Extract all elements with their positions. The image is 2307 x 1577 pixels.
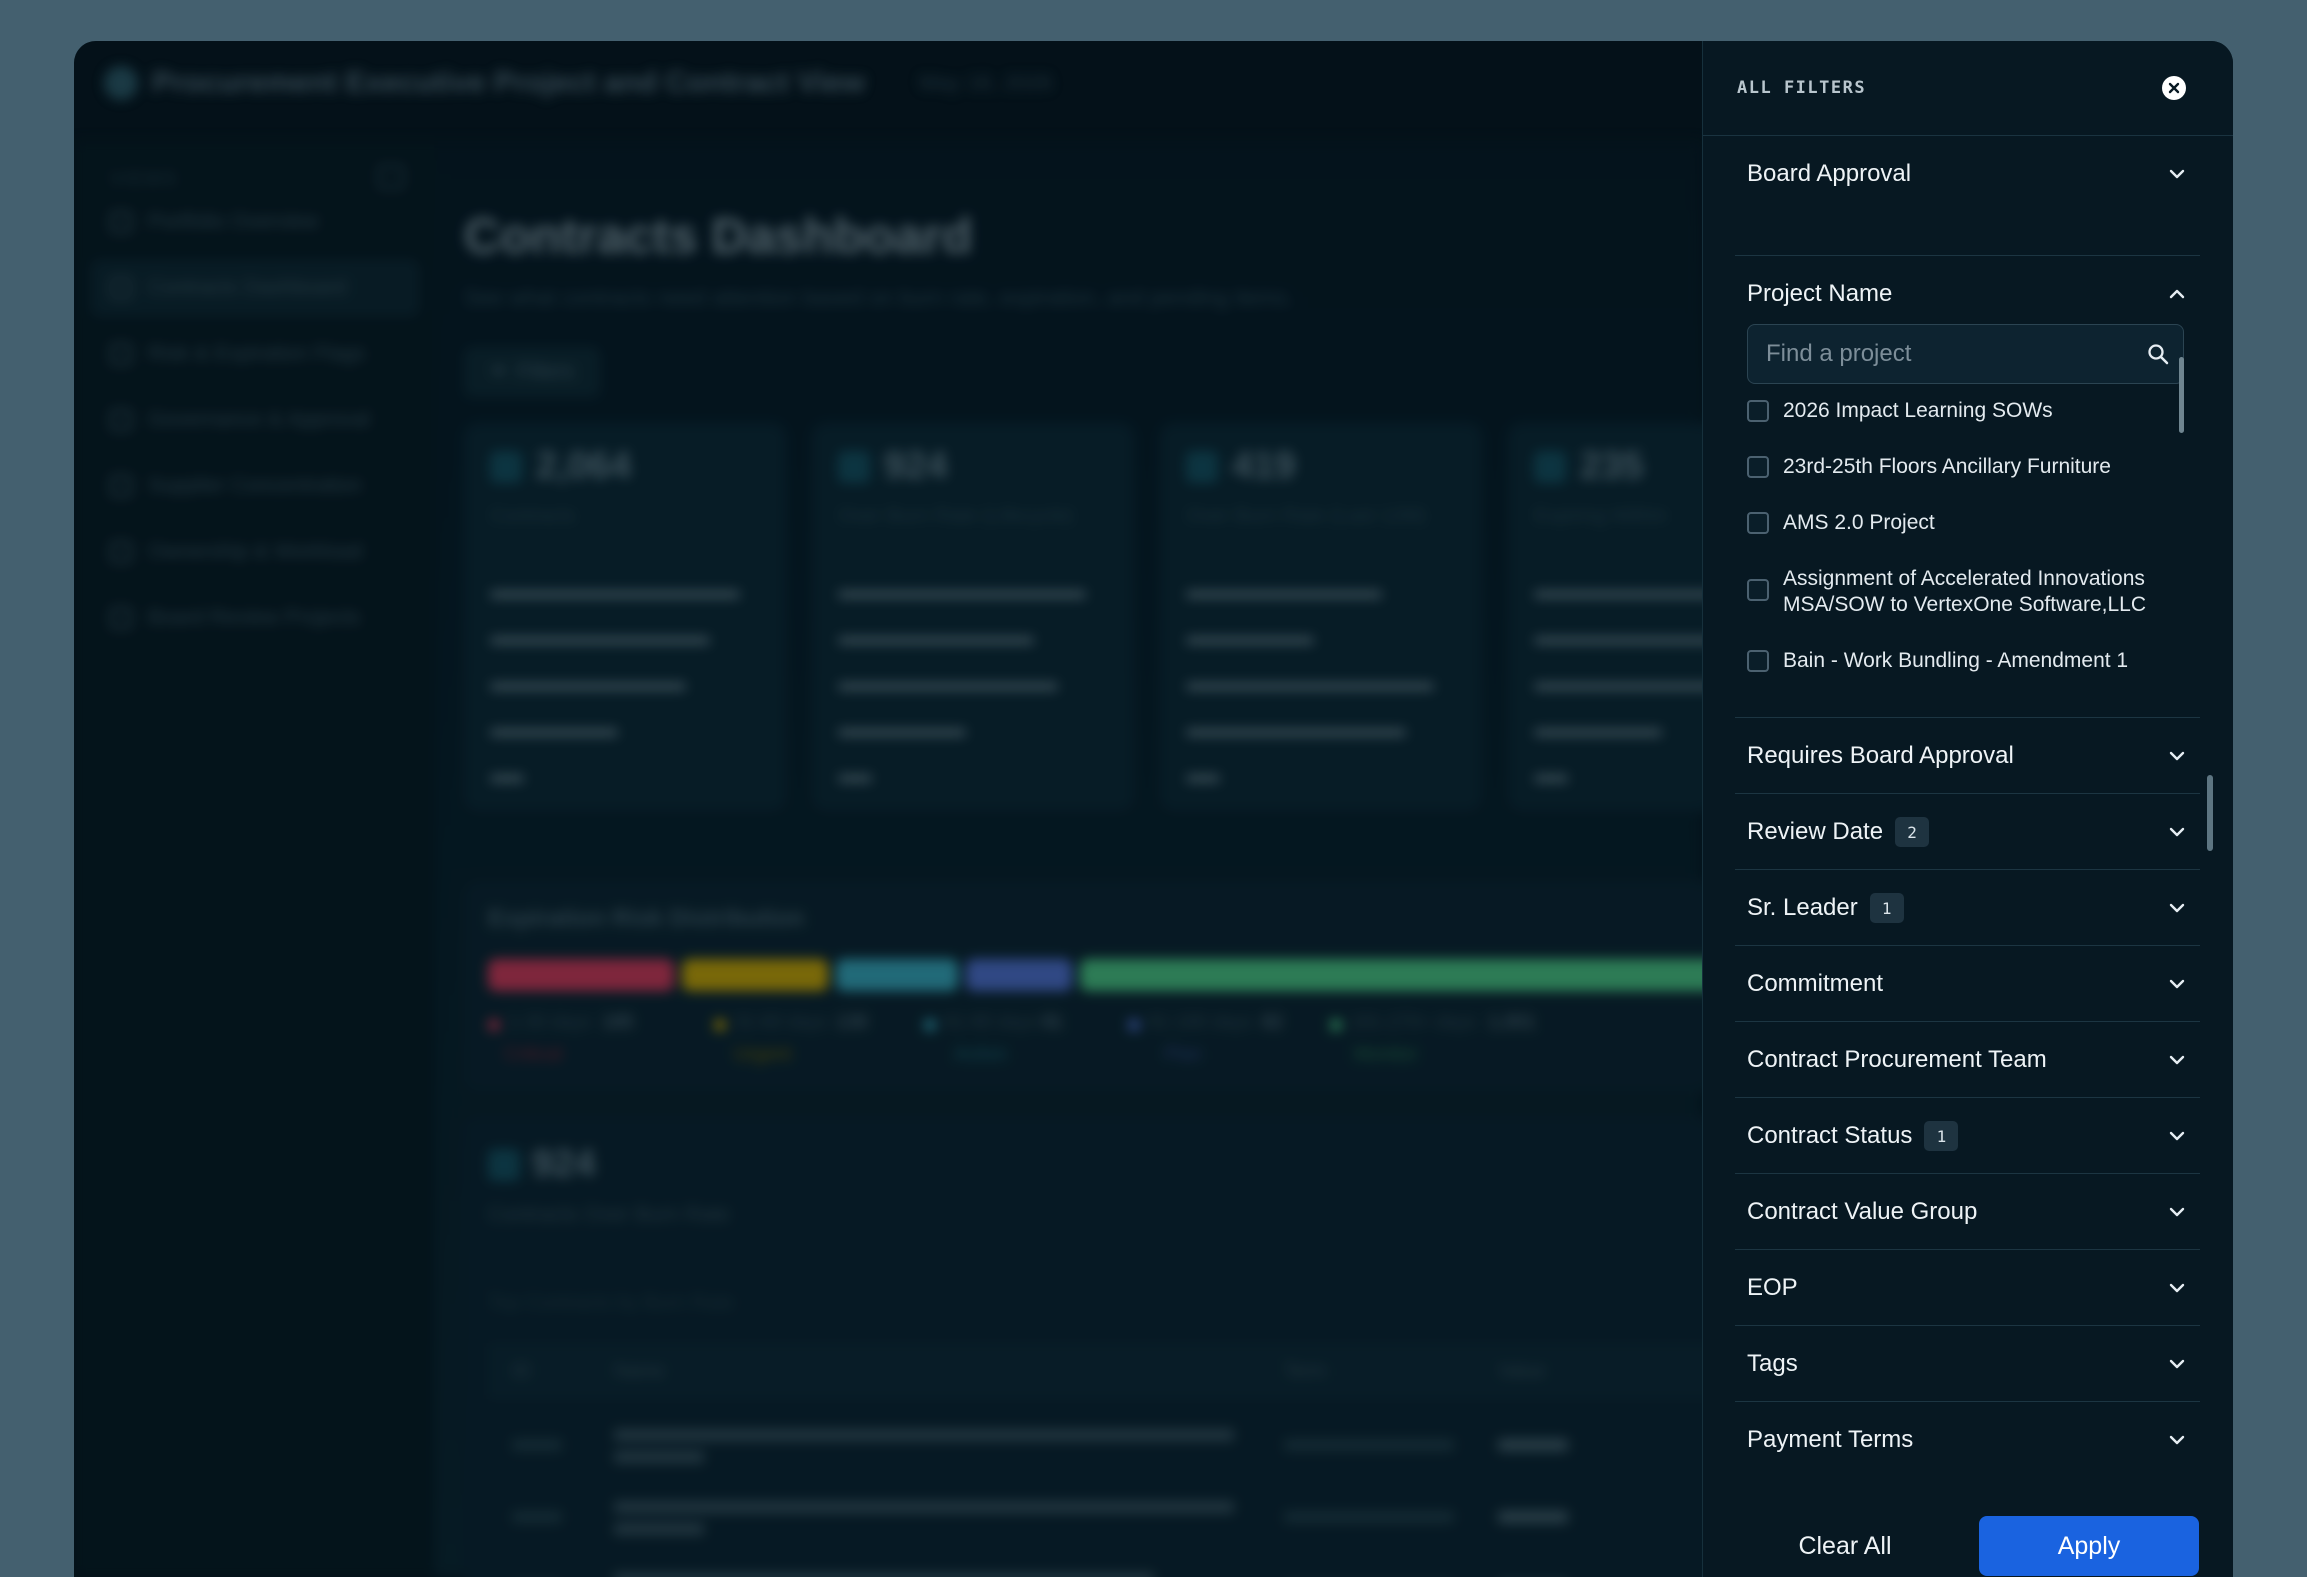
- panel-scrollbar[interactable]: [2207, 775, 2213, 851]
- chevron-down-icon: [2169, 1055, 2185, 1065]
- project-search-box: [1747, 324, 2184, 384]
- filter-header-contract-value-group[interactable]: Contract Value Group: [1735, 1174, 2200, 1250]
- filter-label: Contract Procurement Team: [1747, 1046, 2047, 1073]
- filter-label: Contract Value Group: [1747, 1198, 1978, 1225]
- filter-label: Requires Board Approval: [1747, 742, 2014, 769]
- chevron-down-icon: [2169, 903, 2185, 913]
- option-label: AMS 2.0 Project: [1783, 511, 1935, 534]
- filter-label: Commitment: [1747, 970, 1884, 997]
- filter-header-eop[interactable]: EOP: [1735, 1250, 2200, 1326]
- panel-title: ALL FILTERS: [1737, 78, 1867, 98]
- project-search-input[interactable]: [1748, 325, 2128, 383]
- filter-section-contract-status: Contract Status 1: [1735, 1098, 2200, 1174]
- checkbox[interactable]: [1747, 579, 1769, 601]
- all-filters-panel: ALL FILTERS Board Approval Project Name: [1702, 41, 2233, 1577]
- option-label: Bain - Work Bundling - Amendment 1: [1783, 649, 2129, 672]
- filter-label: EOP: [1747, 1274, 1798, 1301]
- filter-section-contract-procurement-team: Contract Procurement Team: [1735, 1022, 2200, 1098]
- chevron-up-icon: [2169, 289, 2185, 299]
- option-label: Assignment of Accelerated Innovations MS…: [1783, 567, 2146, 616]
- filter-section-sr-leader: Sr. Leader 1: [1735, 870, 2200, 946]
- modal-backdrop[interactable]: [74, 41, 1702, 1577]
- project-options-list[interactable]: 2026 Impact Learning SOWs 23rd-25th Floo…: [1747, 398, 2191, 694]
- chevron-down-icon: [2169, 979, 2185, 989]
- search-icon[interactable]: [2146, 342, 2170, 366]
- filter-label: Board Approval: [1747, 160, 1912, 187]
- filter-section-board-approval: Board Approval: [1735, 136, 2200, 256]
- apply-button[interactable]: Apply: [1979, 1516, 2199, 1576]
- filter-header-tags[interactable]: Tags: [1735, 1326, 2200, 1402]
- panel-header: ALL FILTERS: [1703, 41, 2233, 136]
- filter-label: Project Name: [1747, 280, 1893, 307]
- option-label: 23rd-25th Floors Ancillary Furniture: [1783, 455, 2111, 478]
- chevron-down-icon: [2169, 1435, 2185, 1445]
- filter-header-contract-procurement-team[interactable]: Contract Procurement Team: [1735, 1022, 2200, 1098]
- filter-section-project-name: Project Name 2026 Impact Learning SOWs: [1735, 256, 2200, 718]
- filter-header-sr-leader[interactable]: Sr. Leader 1: [1735, 870, 2200, 946]
- filter-section-eop: EOP: [1735, 1250, 2200, 1326]
- filter-header-requires-board-approval[interactable]: Requires Board Approval: [1735, 718, 2200, 794]
- chevron-down-icon: [2169, 1131, 2185, 1141]
- filter-header-review-date[interactable]: Review Date 2: [1735, 794, 2200, 870]
- checkbox[interactable]: [1747, 456, 1769, 478]
- filter-label: Contract Status: [1747, 1122, 1913, 1149]
- clear-all-button[interactable]: Clear All: [1765, 1516, 1925, 1576]
- checkbox[interactable]: [1747, 512, 1769, 534]
- filter-section-commitment: Commitment: [1735, 946, 2200, 1022]
- project-option[interactable]: Assignment of Accelerated Innovations MS…: [1747, 566, 2187, 618]
- chevron-down-icon: [2169, 169, 2185, 179]
- project-option[interactable]: AMS 2.0 Project: [1747, 510, 2187, 536]
- filter-label: Sr. Leader: [1747, 894, 1858, 921]
- filter-label: Tags: [1747, 1350, 1798, 1377]
- option-label: 2026 Impact Learning SOWs: [1783, 399, 2053, 422]
- close-icon: [2168, 82, 2180, 94]
- filter-section-review-date: Review Date 2: [1735, 794, 2200, 870]
- filter-section-contract-value-group: Contract Value Group: [1735, 1174, 2200, 1250]
- project-list-scrollbar[interactable]: [2179, 357, 2184, 433]
- chevron-down-icon: [2169, 1283, 2185, 1293]
- filter-header-contract-status[interactable]: Contract Status 1: [1735, 1098, 2200, 1174]
- filter-label: Review Date: [1747, 818, 1884, 845]
- filter-header-board-approval[interactable]: Board Approval: [1735, 136, 2200, 212]
- project-option[interactable]: Bain - Work Bundling - Amendment 1: [1747, 648, 2187, 674]
- close-button[interactable]: [2162, 76, 2186, 100]
- chevron-down-icon: [2169, 1359, 2185, 1369]
- chevron-down-icon: [2169, 1207, 2185, 1217]
- project-option[interactable]: 2026 Impact Learning SOWs: [1747, 398, 2187, 424]
- filter-header-project-name[interactable]: Project Name: [1735, 256, 2200, 332]
- filters-scroll-region[interactable]: Board Approval Project Name Find a proje…: [1703, 136, 2233, 1478]
- filter-section-requires-board-approval: Requires Board Approval: [1735, 718, 2200, 794]
- panel-footer: Clear All Apply: [1703, 1456, 2233, 1577]
- checkbox[interactable]: [1747, 650, 1769, 672]
- filter-header-commitment[interactable]: Commitment: [1735, 946, 2200, 1022]
- checkbox[interactable]: [1747, 400, 1769, 422]
- project-option[interactable]: 23rd-25th Floors Ancillary Furniture: [1747, 454, 2187, 480]
- active-count-badge: 2: [1895, 817, 1930, 847]
- chevron-down-icon: [2169, 827, 2185, 837]
- chevron-down-icon: [2169, 751, 2185, 761]
- active-count-badge: 1: [1924, 1121, 1959, 1151]
- active-count-badge: 1: [1869, 893, 1904, 923]
- filter-section-tags: Tags: [1735, 1326, 2200, 1402]
- filter-label: Payment Terms: [1747, 1426, 1914, 1453]
- app-window: Procurement Executive Project and Contra…: [74, 41, 2233, 1577]
